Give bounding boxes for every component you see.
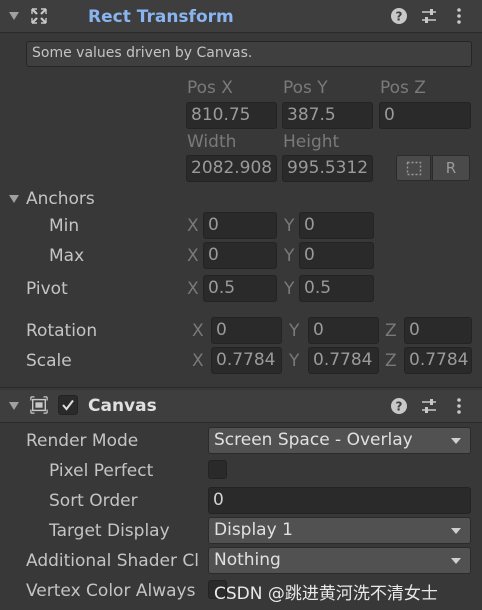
height-label: Height bbox=[283, 132, 340, 152]
sort-order-label: Sort Order bbox=[49, 491, 138, 511]
pixel-perfect-label: Pixel Perfect bbox=[49, 461, 154, 481]
pos-y-label: Pos Y bbox=[283, 78, 328, 98]
collapse-arrow-icon[interactable] bbox=[9, 12, 19, 20]
raw-edit-button[interactable]: R bbox=[432, 155, 470, 181]
rotation-z-axis: Z bbox=[385, 321, 397, 341]
rect-transform-header[interactable]: Rect Transform ? bbox=[0, 0, 482, 33]
chevron-down-icon bbox=[451, 438, 461, 444]
pivot-x-field[interactable]: 0.5 bbox=[203, 275, 277, 302]
target-display-dropdown[interactable]: Display 1 bbox=[208, 517, 471, 544]
render-mode-dropdown[interactable]: Screen Space - Overlay bbox=[208, 427, 471, 454]
rotation-label: Rotation bbox=[26, 321, 98, 341]
render-mode-value: Screen Space - Overlay bbox=[214, 430, 413, 450]
blueprint-mode-button[interactable] bbox=[396, 155, 431, 181]
scale-y-field[interactable]: 0.7784 bbox=[308, 347, 379, 374]
anchors-foldout-arrow-icon[interactable] bbox=[9, 195, 19, 203]
scale-z-axis: Z bbox=[385, 351, 397, 371]
help-icon[interactable]: ? bbox=[390, 397, 408, 415]
anchor-max-x-field[interactable]: 0 bbox=[203, 242, 277, 269]
vertex-color-label: Vertex Color Always bbox=[26, 581, 196, 601]
anchors-label[interactable]: Anchors bbox=[26, 189, 95, 209]
presets-icon[interactable] bbox=[420, 7, 438, 25]
rotation-x-field[interactable]: 0 bbox=[211, 317, 282, 344]
pos-x-label: Pos X bbox=[187, 78, 233, 98]
pos-y-field[interactable]: 387.5 bbox=[282, 102, 373, 129]
driven-values-helpbox: Some values driven by Canvas. bbox=[26, 41, 472, 67]
target-display-label: Target Display bbox=[49, 521, 170, 541]
anchor-min-x-field[interactable]: 0 bbox=[203, 212, 277, 239]
sort-order-field[interactable]: 0 bbox=[208, 487, 471, 514]
width-field[interactable]: 2082.908 bbox=[186, 155, 277, 182]
more-options-icon[interactable] bbox=[450, 7, 468, 25]
chevron-down-icon bbox=[451, 558, 461, 564]
pixel-perfect-checkbox[interactable] bbox=[208, 460, 227, 479]
svg-text:?: ? bbox=[396, 400, 403, 414]
chevron-down-icon bbox=[451, 528, 461, 534]
svg-text:?: ? bbox=[396, 10, 403, 24]
render-mode-label: Render Mode bbox=[26, 431, 139, 451]
additional-shader-label: Additional Shader Cl bbox=[26, 551, 199, 571]
watermark: CSDN @跳进黄河洗不清女士 bbox=[214, 584, 438, 604]
anchor-max-label: Max bbox=[49, 246, 85, 266]
rotation-y-axis: Y bbox=[289, 321, 300, 341]
pos-x-field[interactable]: 810.75 bbox=[186, 102, 277, 129]
rotation-x-axis: X bbox=[192, 321, 204, 341]
canvas-icon bbox=[30, 396, 48, 414]
additional-shader-value: Nothing bbox=[214, 550, 281, 570]
pivot-x-axis: X bbox=[187, 279, 199, 299]
collapse-arrow-icon[interactable] bbox=[9, 402, 19, 410]
pivot-y-field[interactable]: 0.5 bbox=[299, 275, 374, 302]
component-title: Canvas bbox=[88, 396, 157, 416]
anchor-max-x-axis: X bbox=[187, 246, 199, 266]
scale-z-field[interactable]: 0.7784 bbox=[404, 347, 472, 374]
canvas-enabled-checkbox[interactable] bbox=[58, 395, 78, 415]
anchor-max-y-field[interactable]: 0 bbox=[299, 242, 374, 269]
pivot-y-axis: Y bbox=[284, 279, 295, 299]
rect-transform-icon bbox=[31, 8, 47, 24]
anchor-min-label: Min bbox=[49, 216, 80, 236]
pos-z-field[interactable]: 0 bbox=[379, 102, 471, 129]
rotation-z-field[interactable]: 0 bbox=[404, 317, 472, 344]
pos-z-label: Pos Z bbox=[380, 78, 426, 98]
more-options-icon[interactable] bbox=[450, 397, 468, 415]
scale-y-axis: Y bbox=[289, 351, 300, 371]
anchor-min-y-field[interactable]: 0 bbox=[299, 212, 374, 239]
anchor-min-y-axis: Y bbox=[284, 216, 295, 236]
additional-shader-label-clip: Additional Shader Cl bbox=[26, 551, 206, 571]
target-display-value: Display 1 bbox=[214, 520, 293, 540]
blueprint-icon bbox=[406, 161, 422, 176]
component-divider bbox=[0, 387, 482, 388]
height-field[interactable]: 995.5312 bbox=[282, 155, 373, 182]
help-icon[interactable]: ? bbox=[390, 7, 408, 25]
checkmark-icon bbox=[62, 399, 74, 411]
anchor-min-x-axis: X bbox=[187, 216, 199, 236]
width-label: Width bbox=[187, 132, 237, 152]
component-title: Rect Transform bbox=[88, 7, 234, 27]
rotation-y-field[interactable]: 0 bbox=[308, 317, 379, 344]
scale-x-field[interactable]: 0.7784 bbox=[211, 347, 282, 374]
scale-x-axis: X bbox=[192, 351, 204, 371]
additional-shader-dropdown[interactable]: Nothing bbox=[208, 547, 471, 574]
driven-message: Some values driven by Canvas. bbox=[32, 45, 253, 61]
anchor-max-y-axis: Y bbox=[284, 246, 295, 266]
presets-icon[interactable] bbox=[420, 397, 438, 415]
canvas-header[interactable]: Canvas ? bbox=[0, 390, 482, 423]
scale-label: Scale bbox=[26, 351, 72, 371]
pivot-label: Pivot bbox=[26, 279, 68, 299]
